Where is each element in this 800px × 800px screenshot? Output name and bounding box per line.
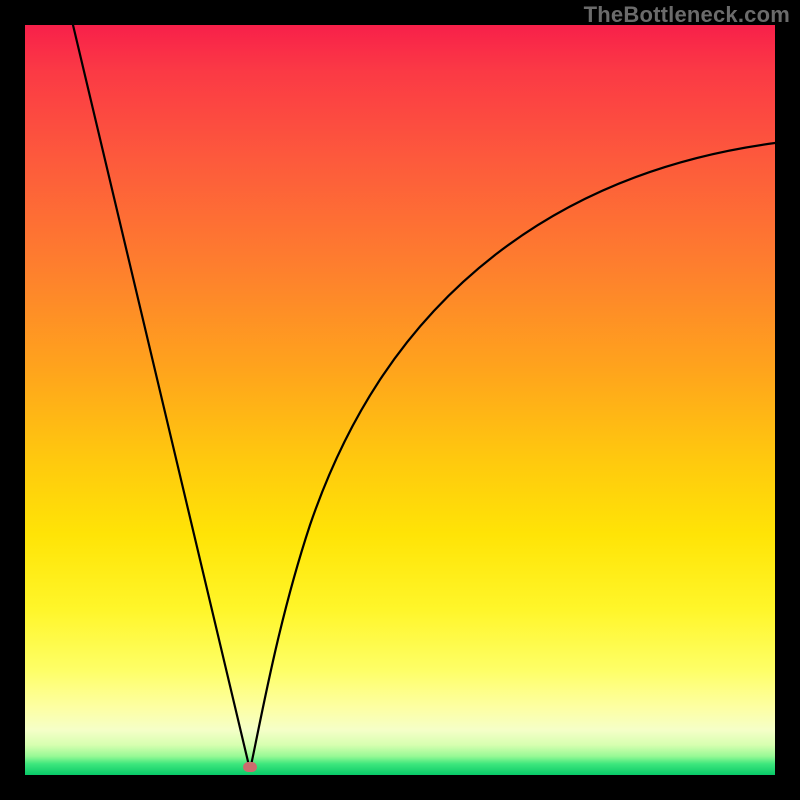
curve-right-branch (250, 143, 775, 770)
chart-frame: TheBottleneck.com (0, 0, 800, 800)
bottleneck-curve (25, 25, 775, 775)
plot-area (25, 25, 775, 775)
curve-left-branch (73, 25, 250, 770)
watermark-text: TheBottleneck.com (584, 2, 790, 28)
vertex-marker (243, 762, 257, 772)
